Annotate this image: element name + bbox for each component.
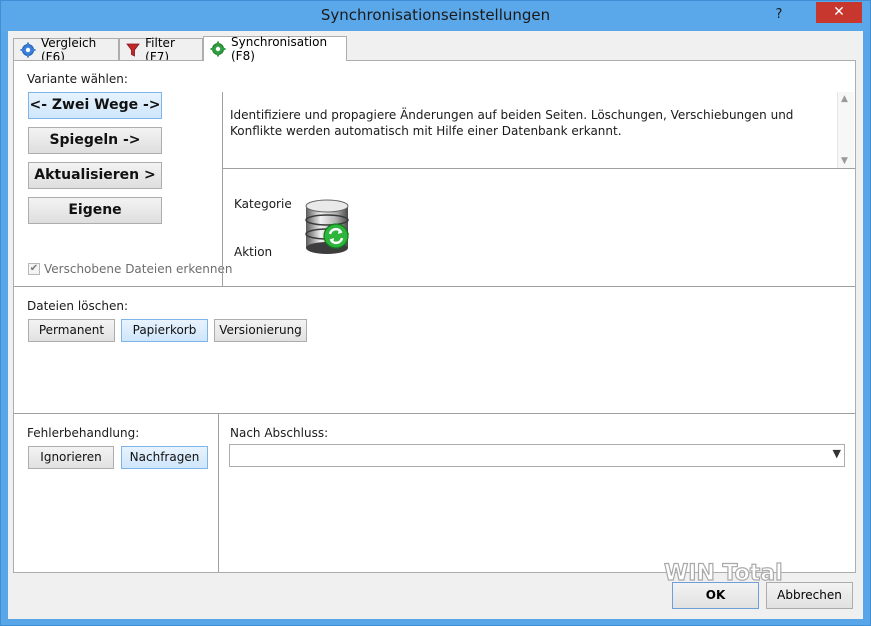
errors-divider [218,414,219,572]
delete-versioning-button[interactable]: Versionierung [214,319,307,342]
description-divider [223,168,855,169]
ok-button[interactable]: OK [672,582,759,609]
after-completion-heading: Nach Abschluss: [230,426,329,440]
error-ask-button[interactable]: Nachfragen [121,446,208,469]
detect-moved-files-label: Verschobene Dateien erkennen [44,262,233,276]
variant-custom-button[interactable]: Eigene [28,197,162,224]
chevron-down-icon[interactable]: ▼ [833,447,841,460]
gear-blue-icon [20,42,36,58]
after-completion-select[interactable]: ▼ [229,444,845,467]
variant-two-way-button[interactable]: <- Zwei Wege -> [28,92,162,119]
dialog-window: Synchronisationseinstellungen ? ✕ Vergle… [0,0,871,626]
help-button[interactable]: ? [768,5,790,25]
tab-vergleich[interactable]: Vergleich (F6) [13,36,119,64]
section-divider-errors [14,413,855,414]
error-ignore-button[interactable]: Ignorieren [28,446,114,469]
tab-synchronisation-label: Synchronisation (F8) [231,35,328,63]
delete-permanent-button[interactable]: Permanent [28,319,115,342]
tab-filter[interactable]: Filter (F7) [119,36,203,64]
detect-moved-files-checkbox[interactable]: ✔ Verschobene Dateien erkennen [28,262,232,276]
action-label: Aktion [234,245,273,259]
title-bar[interactable]: Synchronisationseinstellungen ? ✕ [1,1,870,31]
close-button[interactable]: ✕ [816,2,862,23]
window-title: Synchronisationseinstellungen [320,6,551,24]
scroll-down-icon[interactable]: ▼ [841,156,848,166]
variant-mirror-button[interactable]: Spiegeln -> [28,127,162,154]
description-box: Identifiziere und propagiere Änderungen … [224,92,854,168]
gear-green-icon [210,41,226,57]
checkbox-check-icon: ✔ [28,263,40,275]
dialog-client-area: Vergleich (F6) Filter (F7) Synchronisati… [8,31,863,619]
description-scrollbar[interactable]: ▲ ▼ [837,92,854,168]
synchronisation-panel: Variante wählen: <- Zwei Wege -> Spiegel… [13,60,856,587]
variant-divider [222,92,223,286]
error-handling-heading: Fehlerbehandlung: [27,426,140,440]
description-text: Identifiziere und propagiere Änderungen … [230,108,794,138]
category-label: Kategorie [234,197,292,211]
delete-files-heading: Dateien löschen: [27,299,128,313]
delete-recycle-bin-button[interactable]: Papierkorb [121,319,208,342]
filter-icon [126,42,140,58]
scroll-up-icon[interactable]: ▲ [841,94,848,104]
variant-update-button[interactable]: Aktualisieren > [28,162,162,189]
tab-synchronisation[interactable]: Synchronisation (F8) [203,35,347,63]
cancel-button[interactable]: Abbrechen [766,582,853,609]
database-sync-icon [303,198,353,256]
section-divider-delete [14,286,855,287]
variant-heading: Variante wählen: [27,72,128,86]
